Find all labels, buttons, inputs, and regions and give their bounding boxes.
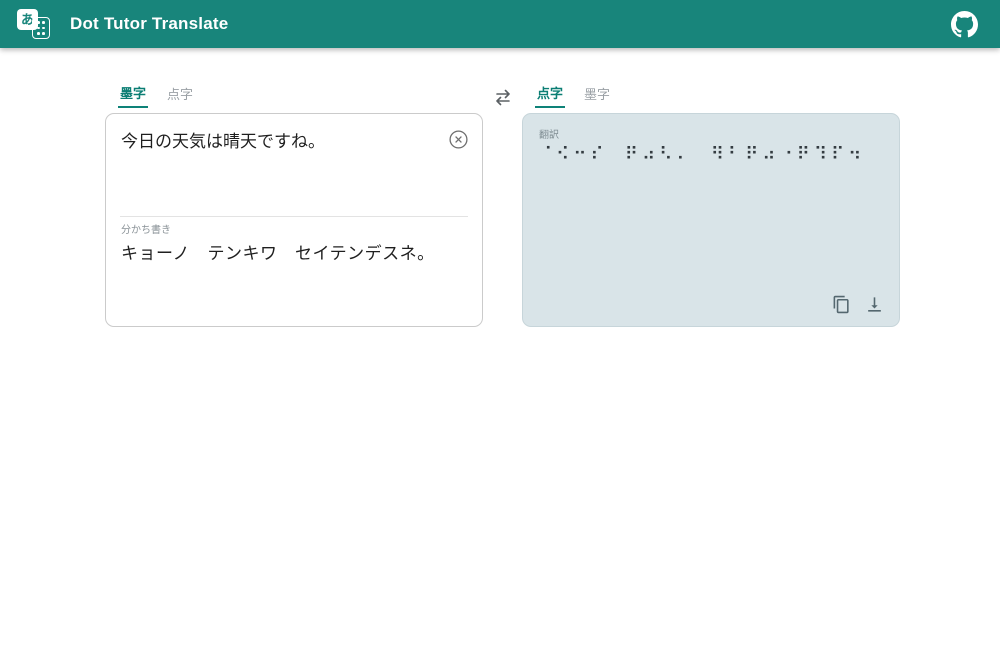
source-panel: 墨字 点字 今日の天気は晴天ですね。 分かち書き キョーノ テンキワ セイテンデ… [105, 86, 483, 327]
app-title: Dot Tutor Translate [70, 14, 228, 34]
output-panel: 点字 墨字 翻訳 ⠈⠪⠒⠎⠀⠟⠴⠣⠄⠀⠻⠃⠟⠴⠐⠟⠹⠏⠲ [522, 86, 900, 327]
output-tabs: 点字 墨字 [522, 86, 900, 108]
braille-dot [42, 21, 45, 24]
source-tabs: 墨字 点字 [105, 86, 483, 108]
copy-button[interactable] [832, 294, 852, 314]
source-card: 今日の天気は晴天ですね。 分かち書き キョーノ テンキワ セイテンデスネ。 [105, 113, 483, 327]
braille-output-text: ⠈⠪⠒⠎⠀⠟⠴⠣⠄⠀⠻⠃⠟⠴⠐⠟⠹⠏⠲ [539, 144, 883, 166]
app-header: あ Dot Tutor Translate [0, 0, 1000, 48]
wakachigaki-label: 分かち書き [121, 221, 467, 236]
logo-braille-square [32, 17, 50, 39]
source-text-input[interactable]: 今日の天気は晴天ですね。 [106, 114, 482, 216]
tab-tenji-source[interactable]: 点字 [165, 86, 195, 108]
wakachigaki-section: 分かち書き キョーノ テンキワ セイテンデスネ。 [120, 216, 468, 264]
github-icon [951, 11, 978, 38]
translation-label: 翻訳 [539, 126, 883, 141]
braille-dot [37, 27, 40, 30]
swap-horizontal-icon [492, 89, 516, 106]
github-link[interactable] [950, 10, 978, 38]
output-card: 翻訳 ⠈⠪⠒⠎⠀⠟⠴⠣⠄⠀⠻⠃⠟⠴⠐⠟⠹⠏⠲ [522, 113, 900, 327]
output-actions [832, 294, 885, 314]
braille-dot [42, 27, 45, 30]
app: あ Dot Tutor Translate [0, 0, 1000, 667]
wakachigaki-text: キョーノ テンキワ セイテンデスネ。 [121, 239, 467, 264]
swap-direction-button[interactable] [492, 87, 516, 107]
tab-sumiji-source[interactable]: 墨字 [118, 86, 148, 108]
tab-sumiji-output[interactable]: 墨字 [582, 86, 612, 108]
braille-dot [37, 32, 40, 35]
app-logo-icon: あ [16, 5, 56, 43]
braille-dot [42, 32, 45, 35]
braille-dot [37, 21, 40, 24]
clear-input-button[interactable] [448, 129, 469, 150]
download-button[interactable] [865, 294, 885, 314]
copy-icon [832, 295, 852, 314]
download-icon [865, 295, 885, 314]
clear-circle-x-icon [448, 129, 469, 150]
tab-tenji-output[interactable]: 点字 [535, 86, 565, 108]
